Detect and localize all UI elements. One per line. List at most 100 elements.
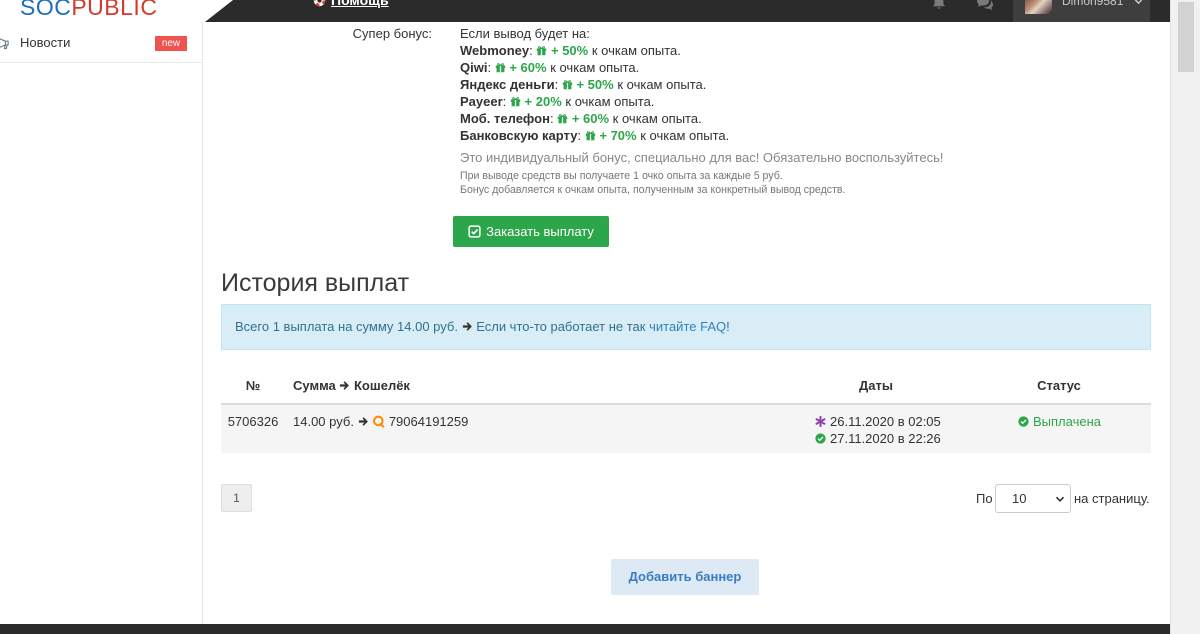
super-bonus-label: Супер бонус: <box>352 26 432 41</box>
bonus-fine-print: При выводе средств вы получаете 1 очко о… <box>460 169 846 197</box>
bonus-percent: + 50% <box>550 43 589 58</box>
arrow-right-icon <box>339 380 350 391</box>
bonus-separator: : <box>549 111 554 126</box>
alert-summary: Всего 1 выплата на сумму 14.00 руб. <box>235 319 458 334</box>
check-circle-icon <box>815 433 826 444</box>
page-scrollbar[interactable] <box>1170 0 1200 634</box>
sidebar-divider <box>0 62 202 63</box>
bonus-line-webmoney: Webmoney: + 50% к очкам опыта. <box>460 42 729 59</box>
order-payout-button[interactable]: Заказать выплату <box>453 216 609 247</box>
user-menu[interactable]: Dimon9581 <box>1013 0 1150 22</box>
bonus-separator: : <box>529 43 533 58</box>
column-header-wallet: Кошелёк <box>354 378 410 393</box>
bonus-separator: : <box>554 77 559 92</box>
bonus-percent: + 50% <box>576 77 614 92</box>
payout-amount-wallet: 14.00 руб. 79064191259 <box>293 413 468 430</box>
chevron-down-icon <box>1134 0 1143 6</box>
status-text: Выплачена <box>1033 414 1101 429</box>
check-circle-icon <box>1018 416 1029 427</box>
bonus-percent: + 60% <box>571 111 610 126</box>
avatar <box>1025 0 1052 14</box>
per-page-suffix: на страницу. <box>1074 491 1150 506</box>
bell-icon[interactable] <box>931 0 947 11</box>
column-header-dates: Даты <box>859 378 893 393</box>
gift-icon <box>585 130 596 141</box>
help-link[interactable]: Помощь <box>313 0 389 8</box>
logo-part-public: PUBLIC <box>71 0 158 20</box>
alert-end: ! <box>726 319 730 334</box>
bonus-percent: + 60% <box>509 60 547 75</box>
bonus-method: Qiwi <box>460 60 488 75</box>
pagination-page-1[interactable]: 1 <box>221 484 252 512</box>
add-banner-button[interactable]: Добавить баннер <box>611 559 759 595</box>
username: Dimon9581 <box>1062 0 1124 8</box>
fine-print-line: При выводе средств вы получаете 1 очко о… <box>460 170 783 182</box>
payout-created-date: 26.11.2020 в 02:05 <box>815 413 941 430</box>
gift-icon <box>557 113 568 124</box>
bonus-suffix: к очкам опыта. <box>617 77 707 92</box>
bonus-percent: + 70% <box>599 128 637 143</box>
gift-icon <box>510 96 521 107</box>
bonus-separator: : <box>502 94 507 109</box>
sidebar-item-label: Новости <box>20 35 71 50</box>
gift-icon <box>562 79 573 90</box>
sidebar-item-news[interactable]: Новости new <box>0 25 202 61</box>
arrow-right-icon <box>358 416 369 427</box>
per-page-select[interactable]: 10 <box>995 484 1071 513</box>
column-header-amount: Сумма <box>293 378 336 393</box>
bonus-percent: + 20% <box>524 94 562 109</box>
bonus-note: Это индивидуальный бонус, специально для… <box>460 150 944 165</box>
asterisk-icon <box>815 416 826 427</box>
bullhorn-icon <box>0 37 10 50</box>
bonus-method: Моб. телефон <box>460 111 550 126</box>
bonus-suffix: к очкам опыта. <box>640 128 730 143</box>
bonus-line-mobile: Моб. телефон: + 60% к очкам опыта. <box>460 110 729 127</box>
payout-amount: 14.00 руб. <box>293 414 354 429</box>
bonus-line-yandex: Яндекс деньги: + 50% к очкам опыта. <box>460 76 729 93</box>
site-logo[interactable]: SOCPUBLIC <box>20 0 157 19</box>
qiwi-icon <box>372 415 385 428</box>
gift-icon <box>536 45 547 56</box>
logo-part-soc: SOC <box>20 0 72 20</box>
page-title: История выплат <box>221 269 410 297</box>
bonus-line-bank-card: Банковскую карту: + 70% к очкам опыта. <box>460 127 729 144</box>
payout-wallet: 79064191259 <box>388 414 469 429</box>
bonus-suffix: к очкам опыта. <box>612 111 702 126</box>
fine-print-line: Бонус добавляется к очкам опыта, получен… <box>460 184 846 196</box>
check-square-icon <box>468 225 481 238</box>
bonus-suffix: к очкам опыта. <box>565 94 655 109</box>
arrow-right-icon <box>462 321 473 332</box>
column-header-amount-wallet: Сумма Кошелёк <box>293 377 410 395</box>
bonus-method: Банковскую карту <box>460 128 578 143</box>
scrollbar-thumb[interactable] <box>1178 2 1194 72</box>
faq-link[interactable]: читайте FAQ <box>649 319 726 334</box>
payout-number: 5706326 <box>227 414 279 429</box>
alert-hint: Если что-то работает не так <box>476 319 646 334</box>
bonus-suffix: к очкам опыта. <box>591 43 681 58</box>
bonus-separator: : <box>577 128 582 143</box>
status-badge: Выплачена <box>1018 413 1101 430</box>
bonus-method: Яндекс деньги <box>460 77 555 92</box>
bonus-method: Payeer <box>460 94 503 109</box>
comments-icon[interactable] <box>976 0 994 11</box>
sidebar <box>0 22 203 624</box>
bonus-separator: : <box>487 60 492 75</box>
per-page-value: 10 <box>1012 491 1027 506</box>
bonus-list: Если вывод будет на: Webmoney: + 50% к о… <box>460 25 729 144</box>
new-badge: new <box>155 36 187 51</box>
chevron-down-icon <box>1055 494 1065 504</box>
bonus-intro: Если вывод будет на: <box>460 26 590 41</box>
payout-paid-date: 27.11.2020 в 22:26 <box>815 430 941 447</box>
bonus-line-payeer: Payeer: + 20% к очкам опыта. <box>460 93 729 110</box>
lifebuoy-icon <box>313 0 326 7</box>
help-label: Помощь <box>331 0 389 8</box>
paid-date-text: 27.11.2020 в 22:26 <box>830 431 941 446</box>
footer-bar <box>0 624 1170 634</box>
payments-summary-alert: Всего 1 выплата на сумму 14.00 руб. Если… <box>221 304 1151 350</box>
created-date-text: 26.11.2020 в 02:05 <box>830 414 941 429</box>
column-header-number: № <box>245 378 261 393</box>
bonus-method: Webmoney <box>460 43 530 58</box>
bonus-suffix: к очкам опыта. <box>550 60 640 75</box>
bonus-line-qiwi: Qiwi: + 60% к очкам опыта. <box>460 59 729 76</box>
column-header-status: Статус <box>1037 378 1081 393</box>
